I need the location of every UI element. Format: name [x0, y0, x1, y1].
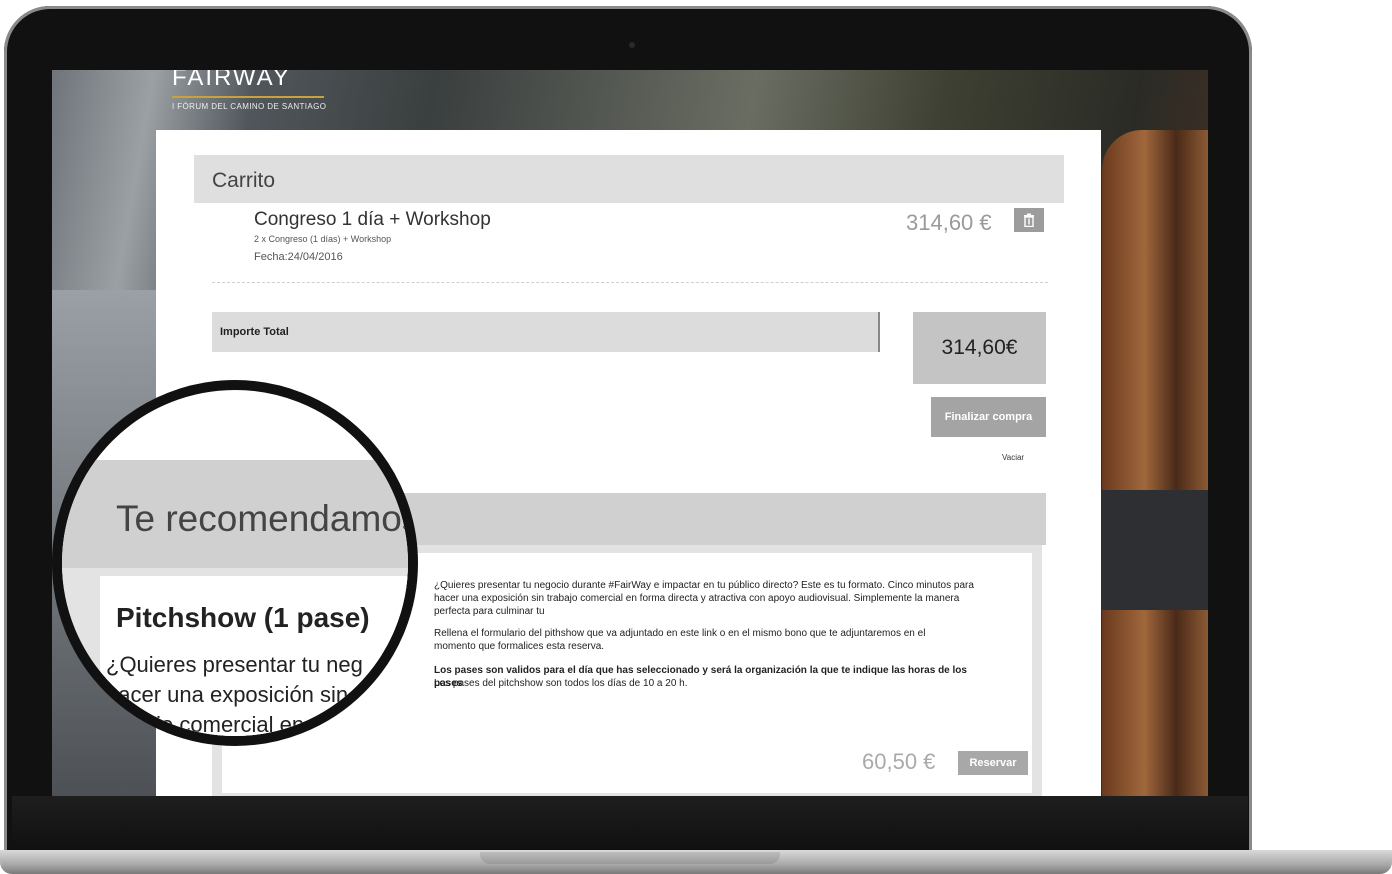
- camera-dot: [629, 42, 635, 48]
- cart-title: Carrito: [212, 169, 276, 192]
- total-box: 314,60€: [913, 312, 1046, 384]
- cart-header: Carrito: [194, 155, 1064, 203]
- product-desc-line-2: hacer una exposición sin trabajo comerci…: [434, 593, 960, 617]
- total-bar: Importe Total: [212, 312, 880, 352]
- delete-item-button[interactable]: [1014, 208, 1044, 232]
- laptop-chin: [12, 796, 1248, 850]
- reserve-button[interactable]: Reservar: [958, 751, 1028, 775]
- cart-item-name: Congreso 1 día + Workshop: [254, 209, 491, 230]
- total-label: Importe Total: [220, 326, 289, 338]
- cart-item-price: 314,60 €: [906, 210, 992, 235]
- checkout-button[interactable]: Finalizar compra: [931, 397, 1046, 437]
- magnifier-line-1: ¿Quieres presentar tu neg: [106, 652, 363, 677]
- cart-item-detail: 2 x Congreso (1 días) + Workshop: [254, 234, 392, 244]
- magnifier-product-name: Pitchshow (1 pase): [116, 602, 370, 633]
- total-value: 314,60€: [941, 336, 1018, 359]
- empty-cart-link[interactable]: Vaciar: [1002, 453, 1024, 462]
- magnifier-line-2: hacer una exposición sin: [106, 682, 349, 707]
- magnifier-callout: Te recomendamos Pitchshow (1 pase) ¿Quie…: [52, 380, 418, 746]
- site-logo[interactable]: FAIRWAY I FÓRUM DEL CAMINO DE SANTIAGO: [172, 70, 326, 111]
- product-desc-line-4: momento que formalices esta reserva.: [434, 641, 605, 652]
- logo-rule: [172, 96, 324, 98]
- background-photo-jacket: [1102, 490, 1208, 610]
- laptop-notch: [480, 852, 780, 864]
- magnifier-line-3: trabajo comercial en: [106, 712, 305, 737]
- product-price: 60,50 €: [862, 749, 936, 774]
- product-desc-line-3: Rellena el formulario del pithshow que v…: [434, 628, 926, 639]
- background-photo-person: [1102, 130, 1208, 796]
- product-desc-line-1: ¿Quieres presentar tu negocio durante #F…: [434, 580, 974, 591]
- trash-icon: [1024, 213, 1034, 227]
- magnifier-title: Te recomendamos: [116, 498, 418, 539]
- cart-divider: [212, 282, 1048, 283]
- logo-subtitle: I FÓRUM DEL CAMINO DE SANTIAGO: [172, 102, 327, 111]
- cart-item-date: Fecha:24/04/2016: [254, 251, 343, 263]
- product-desc-line-5: Los pases del pitchshow son todos los dí…: [434, 678, 688, 689]
- logo-text: FAIRWAY: [172, 70, 291, 91]
